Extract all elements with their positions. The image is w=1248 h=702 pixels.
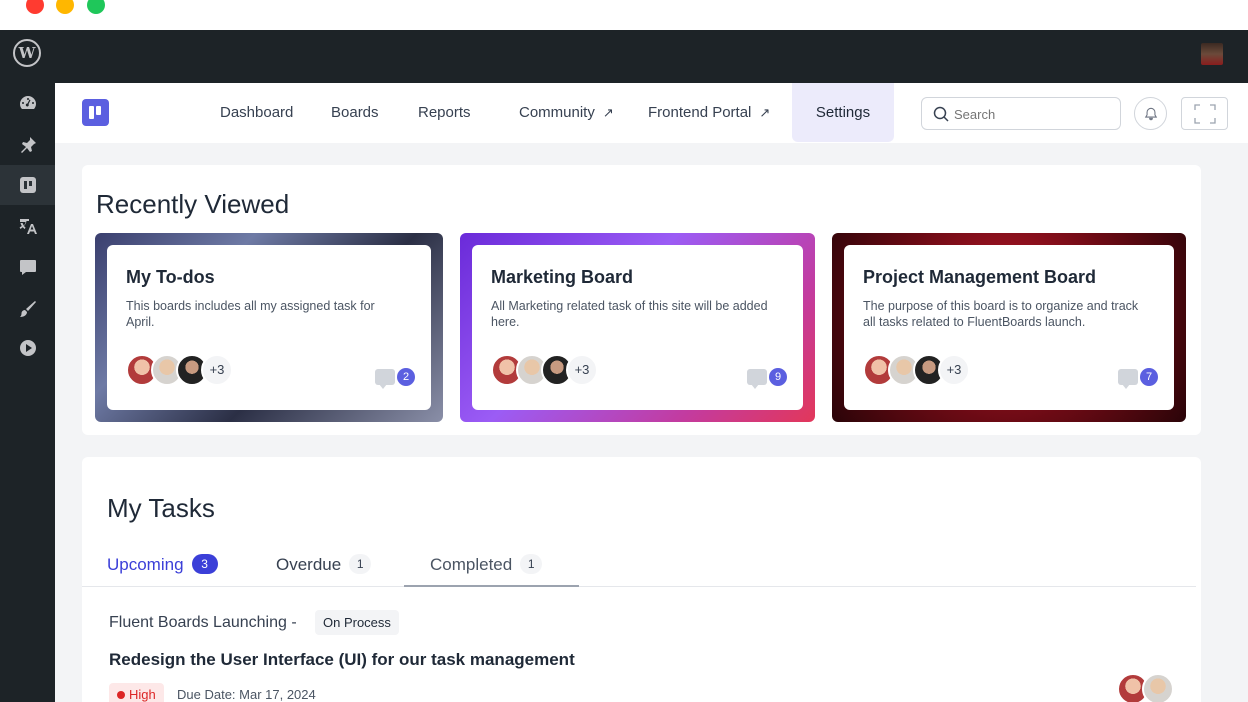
translate-icon[interactable]: [0, 206, 55, 246]
tab-count-badge: 1: [520, 554, 543, 574]
board-description: All Marketing related task of this site …: [491, 299, 768, 329]
pin-icon[interactable]: [0, 125, 55, 165]
tab-count-badge: 1: [349, 554, 372, 574]
wp-admin-bar: W: [0, 30, 1248, 83]
board-comments: 2: [371, 367, 415, 389]
tab-label: Completed: [430, 555, 513, 574]
comments-icon[interactable]: [0, 247, 55, 287]
board-description: This boards includes all my assigned tas…: [126, 299, 375, 329]
wordpress-icon[interactable]: W: [13, 39, 41, 67]
board-title: Marketing Board: [491, 267, 634, 287]
task-title[interactable]: Redesign the User Interface (UI) for our…: [109, 650, 575, 670]
external-link-icon: ↗: [759, 105, 771, 120]
board-card-body: Marketing Board All Marketing related ta…: [472, 245, 803, 410]
fullscreen-icon[interactable]: [1181, 97, 1228, 130]
brush-icon[interactable]: [0, 289, 55, 329]
comment-count: 7: [1140, 368, 1158, 386]
search-input[interactable]: [954, 104, 1104, 124]
comment-icon: [375, 369, 395, 389]
nav-community-label: Community: [519, 104, 595, 121]
maximize-window-button[interactable]: [87, 0, 105, 14]
nav-dashboard-label: Dashboard: [220, 104, 294, 121]
top-navigation: Dashboard Boards Reports Community ↗ Fron…: [55, 83, 1248, 143]
tab-completed[interactable]: Completed 1: [430, 554, 543, 575]
board-description: The purpose of this board is to organize…: [863, 299, 1139, 329]
task-project-name[interactable]: Fluent Boards Launching -: [109, 614, 297, 632]
board-card-body: Project Management Board The purpose of …: [844, 245, 1174, 410]
search-icon: [933, 106, 949, 122]
tab-label: Overdue: [276, 555, 342, 574]
fluent-boards-logo[interactable]: [82, 99, 109, 126]
external-link-icon: ↗: [602, 105, 614, 120]
board-title: My To-dos: [126, 267, 215, 287]
recently-viewed-panel: Recently Viewed My To-dos This boards in…: [82, 165, 1201, 435]
task-due-date: Due Date: Mar 17, 2024: [177, 687, 316, 702]
notifications-bell-icon[interactable]: [1134, 97, 1167, 130]
status-badge: On Process: [315, 610, 399, 635]
tabs-divider: [82, 586, 1196, 587]
minimize-window-button[interactable]: [56, 0, 74, 14]
nav-community[interactable]: Community ↗: [519, 83, 614, 143]
board-title: Project Management Board: [863, 267, 1097, 287]
tab-count-badge: 3: [191, 554, 218, 574]
my-tasks-panel: My Tasks Upcoming 3 Overdue 1 Completed 1 F…: [82, 457, 1201, 702]
nav-boards-label: Boards: [331, 104, 379, 121]
dashboard-gauge-icon[interactable]: [0, 83, 55, 123]
nav-frontend-portal[interactable]: Frontend Portal ↗: [648, 83, 770, 143]
tab-active-underline: [404, 585, 579, 587]
board-card-my-todos[interactable]: My To-dos This boards includes all my as…: [95, 233, 443, 422]
window-titlebar: [0, 0, 1248, 30]
my-tasks-title: My Tasks: [107, 493, 215, 523]
board-comments: 9: [743, 367, 787, 389]
fluent-boards-icon[interactable]: [0, 165, 55, 205]
task-assignees: [1117, 673, 1181, 702]
more-members-count: +3: [566, 354, 598, 386]
more-members-count: +3: [938, 354, 970, 386]
comment-count: 9: [769, 368, 787, 386]
board-card-marketing[interactable]: Marketing Board All Marketing related ta…: [460, 233, 815, 422]
project-separator: -: [291, 614, 297, 631]
nav-boards[interactable]: Boards: [331, 83, 379, 143]
fluent-boards-app: Dashboard Boards Reports Community ↗ Fron…: [55, 83, 1248, 702]
wp-admin-sidebar: [0, 83, 55, 702]
tab-overdue[interactable]: Overdue 1: [276, 554, 372, 575]
search-box[interactable]: [921, 97, 1121, 130]
comment-icon: [1118, 369, 1138, 389]
board-comments: 7: [1114, 367, 1158, 389]
recently-viewed-title: Recently Viewed: [96, 189, 290, 219]
board-card-project-management[interactable]: Project Management Board The purpose of …: [832, 233, 1186, 422]
tab-label: Upcoming: [107, 555, 184, 574]
avatar: [1142, 673, 1174, 702]
nav-reports[interactable]: Reports: [418, 83, 471, 143]
user-avatar[interactable]: [1201, 43, 1223, 65]
close-window-button[interactable]: [26, 0, 44, 14]
nav-frontend-portal-label: Frontend Portal: [648, 104, 752, 121]
board-card-body: My To-dos This boards includes all my as…: [107, 245, 431, 410]
comment-count: 2: [397, 368, 415, 386]
nav-dashboard[interactable]: Dashboard: [220, 83, 293, 143]
comment-icon: [747, 369, 767, 389]
priority-badge: High: [109, 683, 164, 702]
nav-reports-label: Reports: [418, 104, 471, 121]
more-members-count: +3: [201, 354, 233, 386]
play-icon[interactable]: [0, 328, 55, 368]
tab-upcoming[interactable]: Upcoming 3: [107, 554, 218, 575]
project-label: Fluent Boards Launching: [109, 614, 287, 631]
nav-settings[interactable]: Settings: [792, 83, 894, 142]
